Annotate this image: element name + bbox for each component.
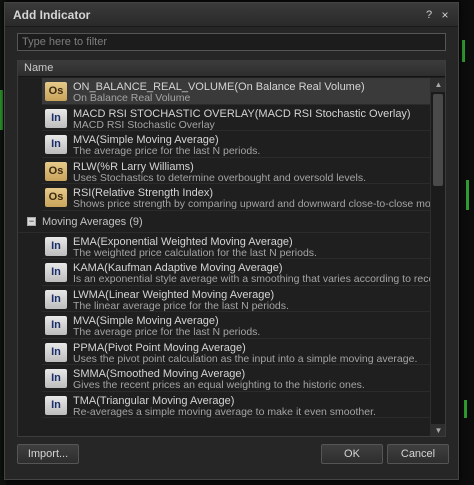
indicator-row[interactable]: In LWMA(Linear Weighted Moving Average) Th… — [18, 286, 430, 312]
indicator-rows: Os ON_BALANCE_REAL_VOLUME(On Balance Real… — [18, 78, 442, 418]
indicator-row[interactable]: In KAMA(Kaufman Adaptive Moving Average) I… — [18, 259, 438, 286]
title-bar[interactable]: Add Indicator ? × — [5, 3, 458, 27]
indicator-icon: In — [45, 289, 67, 309]
scroll-thumb[interactable] — [433, 94, 443, 186]
indicator-icon: In — [45, 108, 67, 128]
indicator-row[interactable]: In SMMA(Smoothed Moving Average) Gives the… — [18, 365, 430, 392]
ok-button[interactable]: OK — [321, 444, 383, 464]
indicator-description: Is an exponential style average with a s… — [73, 273, 438, 285]
indicator-description: Gives the recent prices an equal weighti… — [73, 379, 365, 391]
scroll-up-icon[interactable]: ▲ — [431, 78, 445, 92]
chart-bar — [0, 90, 3, 130]
oscillator-icon: Os — [45, 188, 67, 207]
indicator-row[interactable]: In MVA(Simple Moving Average) The average … — [18, 131, 430, 158]
oscillator-icon: Os — [45, 82, 67, 101]
indicator-row[interactable]: Os RSI(Relative Strength Index) Shows pric… — [18, 184, 442, 211]
indicator-icon: In — [45, 395, 67, 415]
indicator-description: Shows price strength by comparing upward… — [73, 198, 442, 210]
indicator-icon: In — [45, 369, 67, 388]
add-indicator-dialog: Add Indicator ? × Name OsON_BALANCE_REAL… — [4, 2, 459, 480]
indicator-icon: In — [45, 236, 67, 256]
filter-input[interactable] — [17, 33, 446, 51]
indicator-row[interactable]: In PPMA(Pivot Point Moving Average) Uses t… — [18, 339, 430, 365]
indicator-description: On Balance Real Volume — [73, 92, 191, 104]
oscillator-icon: Os — [45, 161, 67, 181]
indicator-row[interactable]: Os ON_BALANCE_REAL_VOLUME(On Balance Real… — [18, 78, 430, 105]
background-chart-right — [460, 0, 474, 485]
help-icon[interactable]: ? — [422, 8, 436, 22]
chart-bar — [462, 40, 465, 62]
indicator-description: Uses Stochastics to determine overbought… — [73, 171, 366, 184]
scroll-down-icon[interactable]: ▼ — [431, 424, 445, 436]
indicator-list: Name Os ON_BALANCE_REAL_VOLUME(On Balance… — [17, 60, 446, 437]
indicator-description: The average price for the last N periods… — [73, 326, 261, 338]
column-header-name[interactable]: Name — [18, 61, 445, 77]
close-icon[interactable]: × — [438, 8, 452, 22]
indicator-description: The linear average price for the last N … — [73, 299, 289, 312]
indicator-icon: In — [45, 135, 67, 154]
indicator-description: The average price for the last N periods… — [73, 145, 261, 157]
group-moving-averages[interactable]: − Moving Averages (9) — [18, 211, 430, 233]
cancel-button[interactable]: Cancel — [387, 444, 449, 464]
indicator-description: Re-averages a simple moving average to m… — [73, 405, 376, 418]
indicator-icon: In — [45, 342, 67, 362]
indicator-icon: In — [45, 263, 67, 282]
indicator-row[interactable]: In EMA(Exponential Weighted Moving Averag… — [18, 233, 430, 259]
indicator-description: The weighted price calculation for the l… — [73, 246, 317, 259]
collapse-icon[interactable]: − — [27, 216, 36, 226]
import-button[interactable]: Import... — [17, 444, 79, 464]
indicator-row[interactable]: In MVA(Simple Moving Average) The average … — [18, 312, 430, 339]
indicator-row[interactable]: Os RLW(%R Larry Williams) Uses Stochastics… — [18, 158, 430, 184]
indicator-description: Uses the pivot point calculation as the … — [73, 352, 418, 365]
list-scrollbar[interactable]: ▲ ▼ — [430, 78, 445, 436]
indicator-row[interactable]: In MACD RSI STOCHASTIC OVERLAY(MACD RSI S… — [18, 105, 430, 131]
chart-bar — [466, 180, 469, 210]
dialog-title: Add Indicator — [13, 8, 91, 22]
indicator-row[interactable]: In TMA(Triangular Moving Average) Re-avera… — [18, 392, 430, 418]
indicator-description: MACD RSI Stochastic Overlay — [73, 118, 215, 131]
group-label: Moving Averages (9) — [42, 215, 143, 228]
chart-bar — [464, 400, 467, 418]
indicator-icon: In — [45, 316, 67, 335]
